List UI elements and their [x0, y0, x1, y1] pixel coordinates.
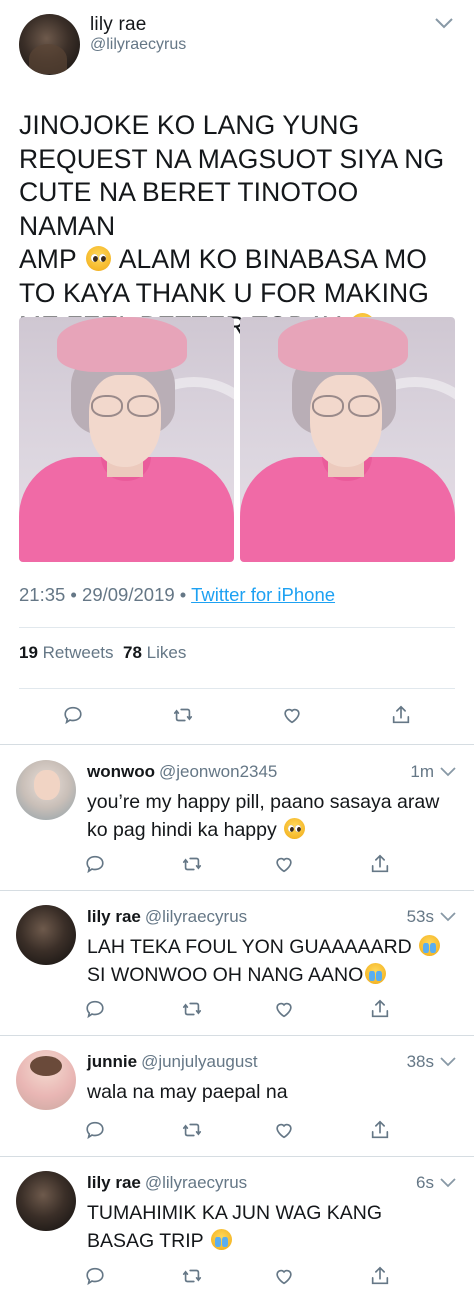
chevron-down-icon[interactable] — [440, 1177, 456, 1188]
avatar[interactable] — [16, 905, 76, 965]
like-label[interactable]: Likes — [147, 643, 187, 662]
crying-face-emoji — [419, 935, 441, 956]
pleading-face-emoji — [284, 818, 306, 839]
reply-handle[interactable]: @junjulyaugust — [141, 1052, 258, 1071]
reply-time: 1m — [410, 762, 434, 781]
tweet-meta: 21:35 • 29/09/2019 • Twitter for iPhone — [19, 584, 335, 606]
reply-author[interactable]: lily rae @lilyraecyrus — [87, 907, 247, 927]
retweet-icon[interactable] — [172, 704, 194, 726]
retweet-label[interactable]: Retweets — [43, 643, 114, 662]
author-name[interactable]: lily rae — [90, 14, 147, 36]
avatar[interactable] — [16, 1171, 76, 1231]
reply-handle[interactable]: @jeonwon2345 — [159, 762, 277, 781]
chevron-down-icon[interactable] — [440, 911, 456, 922]
like-icon[interactable] — [273, 853, 295, 875]
chevron-down-icon[interactable] — [440, 1056, 456, 1067]
reply-author[interactable]: wonwoo @jeonwon2345 — [87, 762, 277, 782]
chevron-down-icon[interactable] — [434, 16, 454, 30]
timestamp: 21:35 • 29/09/2019 • — [19, 584, 187, 605]
reply-author[interactable]: junnie @junjulyaugust — [87, 1052, 258, 1072]
engagement-counts: 19 Retweets 78 Likes — [19, 643, 186, 663]
reply-handle[interactable]: @lilyraecyrus — [145, 1173, 247, 1192]
reply-time: 38s — [406, 1052, 434, 1071]
action-bar — [0, 1119, 474, 1143]
reply-icon[interactable] — [84, 853, 106, 875]
reply-text: you’re my happy pill, paano sasaya araw … — [87, 791, 440, 841]
reply-tweet[interactable]: lily rae @lilyraecyrus 53s LAH TEKA FOUL … — [0, 891, 474, 1036]
retweet-icon[interactable] — [181, 1265, 203, 1287]
share-icon[interactable] — [369, 1119, 391, 1141]
tweet-photo-1[interactable] — [19, 317, 234, 562]
action-bar — [0, 853, 474, 877]
reply-tweet[interactable]: junnie @junjulyaugust 38s wala na may pae… — [0, 1036, 474, 1156]
action-bar — [0, 998, 474, 1022]
action-bar — [0, 1265, 474, 1289]
action-bar — [0, 704, 474, 728]
retweet-icon[interactable] — [181, 998, 203, 1020]
like-icon[interactable] — [281, 704, 303, 726]
divider — [19, 627, 455, 628]
share-icon[interactable] — [369, 998, 391, 1020]
share-icon[interactable] — [390, 704, 412, 726]
retweet-icon[interactable] — [181, 853, 203, 875]
reply-time: 6s — [416, 1173, 434, 1192]
reply-text: LAH TEKA FOUL YON GUAAAAARD SI WONWOO OH… — [87, 933, 457, 989]
retweet-count[interactable]: 19 — [19, 643, 38, 662]
reply-handle[interactable]: @lilyraecyrus — [145, 907, 247, 926]
main-tweet: lily rae @lilyraecyrus JINOJOKE KO LANG … — [0, 0, 474, 745]
retweet-icon[interactable] — [181, 1119, 203, 1141]
reply-tweet[interactable]: lily rae @lilyraecyrus 6s TUMAHIMIK KA JU… — [0, 1157, 474, 1301]
divider — [19, 688, 455, 689]
avatar[interactable] — [19, 14, 80, 75]
crying-face-emoji — [210, 1229, 232, 1250]
pleading-face-emoji — [85, 246, 111, 271]
crying-face-emoji — [365, 963, 387, 984]
avatar[interactable] — [16, 760, 76, 820]
reply-time: 53s — [406, 907, 434, 926]
like-icon[interactable] — [273, 998, 295, 1020]
reply-text: TUMAHIMIK KA JUN WAG KANG BASAG TRIP — [87, 1202, 383, 1252]
avatar[interactable] — [16, 1050, 76, 1110]
reply-tweet[interactable]: wonwoo @jeonwon2345 1m you’re my happy pi… — [0, 745, 474, 890]
like-count[interactable]: 78 — [123, 643, 142, 662]
share-icon[interactable] — [369, 1265, 391, 1287]
share-icon[interactable] — [369, 853, 391, 875]
author-handle[interactable]: @lilyraecyrus — [90, 36, 186, 54]
reply-icon[interactable] — [62, 704, 84, 726]
reply-icon[interactable] — [84, 1119, 106, 1141]
source-link[interactable]: Twitter for iPhone — [191, 584, 335, 605]
reply-author[interactable]: lily rae @lilyraecyrus — [87, 1173, 247, 1193]
tweet-text: JINOJOKE KO LANG YUNG REQUEST NA MAGSUOT… — [19, 109, 459, 344]
tweet-photo-2[interactable] — [240, 317, 455, 562]
reply-text: wala na may paepal na — [87, 1081, 288, 1103]
chevron-down-icon[interactable] — [440, 766, 456, 777]
like-icon[interactable] — [273, 1119, 295, 1141]
like-icon[interactable] — [273, 1265, 295, 1287]
reply-icon[interactable] — [84, 1265, 106, 1287]
reply-icon[interactable] — [84, 998, 106, 1020]
